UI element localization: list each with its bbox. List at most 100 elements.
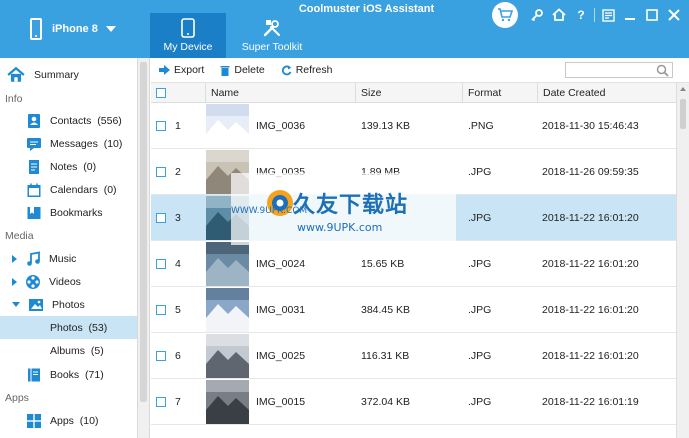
sidebar-item-label: Photos xyxy=(50,321,83,334)
column-header-format[interactable]: Format xyxy=(462,83,537,103)
key-button[interactable] xyxy=(526,4,548,26)
row-format: .PNG xyxy=(468,120,494,132)
sidebar-item-count: (53) xyxy=(88,321,108,334)
column-label: Size xyxy=(361,87,382,99)
sidebar-item-label: Music xyxy=(49,252,77,265)
key-icon xyxy=(531,9,543,22)
sidebar-item-contacts[interactable]: Contacts (556) xyxy=(0,109,137,132)
column-header-name[interactable]: Name xyxy=(205,83,355,103)
sidebar-item-music[interactable]: Music xyxy=(0,247,137,270)
row-index: 6 xyxy=(175,350,181,362)
delete-button[interactable]: Delete xyxy=(220,64,265,76)
device-selector[interactable]: iPhone 8 xyxy=(0,0,150,58)
export-button[interactable]: Export xyxy=(159,64,204,76)
tools-icon xyxy=(263,20,280,37)
sidebar-item-notes[interactable]: Notes (0) xyxy=(0,155,137,178)
select-all-cell xyxy=(151,83,201,103)
sidebar-item-messages[interactable]: Messages (10) xyxy=(0,132,137,155)
search-input[interactable] xyxy=(565,62,673,78)
row-index: 7 xyxy=(175,396,181,408)
row-date: 2018-11-22 16:01:20 xyxy=(542,350,639,362)
row-date: 2018-11-22 16:01:20 xyxy=(542,212,639,224)
home-button[interactable] xyxy=(548,4,570,26)
tab-super-toolkit[interactable]: Super Toolkit xyxy=(234,13,310,58)
sidebar-item-videos[interactable]: Videos xyxy=(0,270,137,293)
section-info: Info xyxy=(5,93,23,105)
row-checkbox[interactable] xyxy=(156,167,166,177)
watermark-brand: 久友下载站 xyxy=(293,193,409,218)
select-all-checkbox[interactable] xyxy=(156,88,166,98)
sidebar-item-label: Contacts xyxy=(50,114,92,127)
sidebar-item-count: (10) xyxy=(103,137,123,150)
sidebar-item-apps[interactable]: Apps (10) xyxy=(0,409,137,432)
cart-button[interactable] xyxy=(492,2,518,28)
phone-icon xyxy=(30,18,42,40)
notes-icon xyxy=(29,159,39,174)
video-reel-icon xyxy=(26,274,40,289)
photo-thumbnail[interactable] xyxy=(206,334,249,378)
table-scrollbar[interactable] xyxy=(676,83,689,438)
row-checkbox[interactable] xyxy=(156,259,166,269)
row-name: IMG_0024 xyxy=(256,258,306,270)
photo-thumbnail[interactable] xyxy=(206,242,249,286)
scrollbar-thumb[interactable] xyxy=(140,62,147,402)
sidebar-item-photos-group[interactable]: Photos xyxy=(0,293,137,316)
delete-label: Delete xyxy=(234,64,265,76)
sidebar-item-albums[interactable]: Albums (5) xyxy=(0,339,137,362)
table-row[interactable]: 4 IMG_0024 15.65 KB .JPG 2018-11-22 16:01:20 xyxy=(151,241,676,287)
row-format: .JPG xyxy=(468,166,492,178)
refresh-button[interactable]: Refresh xyxy=(281,64,333,76)
watermark-url: www.9UPK.com xyxy=(297,221,383,234)
table-row[interactable]: 5 IMG_0031 384.45 KB .JPG 2018-11-22 16:01:2… xyxy=(151,287,676,333)
photo-thumbnail[interactable] xyxy=(206,104,249,148)
maximize-button[interactable] xyxy=(641,4,663,26)
refresh-label: Refresh xyxy=(295,64,333,76)
tab-my-device[interactable]: My Device xyxy=(150,13,226,58)
expand-icon xyxy=(12,277,17,286)
column-header-size[interactable]: Size xyxy=(355,83,461,103)
photo-thumbnail[interactable] xyxy=(206,380,249,424)
row-checkbox[interactable] xyxy=(156,213,166,223)
sidebar-item-summary[interactable]: Summary xyxy=(0,63,137,86)
table-row[interactable]: 1 IMG_0036 139.13 KB .PNG 2018-11-30 15:46:4… xyxy=(151,103,676,149)
minimize-button[interactable] xyxy=(619,4,641,26)
sidebar-scrollbar[interactable] xyxy=(138,58,150,438)
row-index: 3 xyxy=(175,212,181,224)
trash-icon xyxy=(220,65,230,76)
row-index: 5 xyxy=(175,304,181,316)
scrollbar-thumb[interactable] xyxy=(680,99,686,129)
row-format: .JPG xyxy=(468,212,492,224)
row-checkbox[interactable] xyxy=(156,397,166,407)
row-checkbox[interactable] xyxy=(156,305,166,315)
photo-thumbnail[interactable] xyxy=(206,288,249,332)
calendar-icon xyxy=(27,183,41,197)
column-header-date[interactable]: Date Created xyxy=(537,83,676,103)
row-date: 2018-11-22 16:01:20 xyxy=(542,304,639,316)
row-checkbox[interactable] xyxy=(156,121,166,131)
bookmark-icon xyxy=(27,206,41,219)
sidebar-item-bookmarks[interactable]: Bookmarks xyxy=(0,201,137,224)
row-date: 2018-11-22 16:01:19 xyxy=(542,396,639,408)
contacts-icon xyxy=(28,113,40,128)
row-checkbox-cell xyxy=(156,195,166,241)
sidebar-item-photos[interactable]: Photos (53) xyxy=(0,316,137,339)
feedback-button[interactable] xyxy=(597,4,619,26)
row-index: 2 xyxy=(175,166,181,178)
row-size: 116.31 KB xyxy=(361,350,410,362)
table-row[interactable]: 7 IMG_0015 372.04 KB .JPG 2018-11-22 16:01:1… xyxy=(151,379,676,425)
device-name: iPhone 8 xyxy=(52,23,98,35)
sidebar-item-label: Bookmarks xyxy=(50,206,103,219)
sidebar-item-label: Messages xyxy=(50,137,98,150)
sidebar-item-books[interactable]: Books (71) xyxy=(0,363,137,386)
sidebar-item-label: Photos xyxy=(52,298,85,311)
tab-label: My Device xyxy=(163,41,213,53)
column-label: Format xyxy=(468,87,502,99)
scroll-up-icon[interactable] xyxy=(680,87,686,91)
search-icon xyxy=(656,64,669,77)
table-row[interactable]: 6 IMG_0025 116.31 KB .JPG 2018-11-22 16:01:2… xyxy=(151,333,676,379)
section-media: Media xyxy=(5,230,34,242)
row-checkbox[interactable] xyxy=(156,351,166,361)
close-button[interactable] xyxy=(663,4,685,26)
help-button[interactable]: ? xyxy=(570,4,592,26)
sidebar-item-calendars[interactable]: Calendars (0) xyxy=(0,178,137,201)
